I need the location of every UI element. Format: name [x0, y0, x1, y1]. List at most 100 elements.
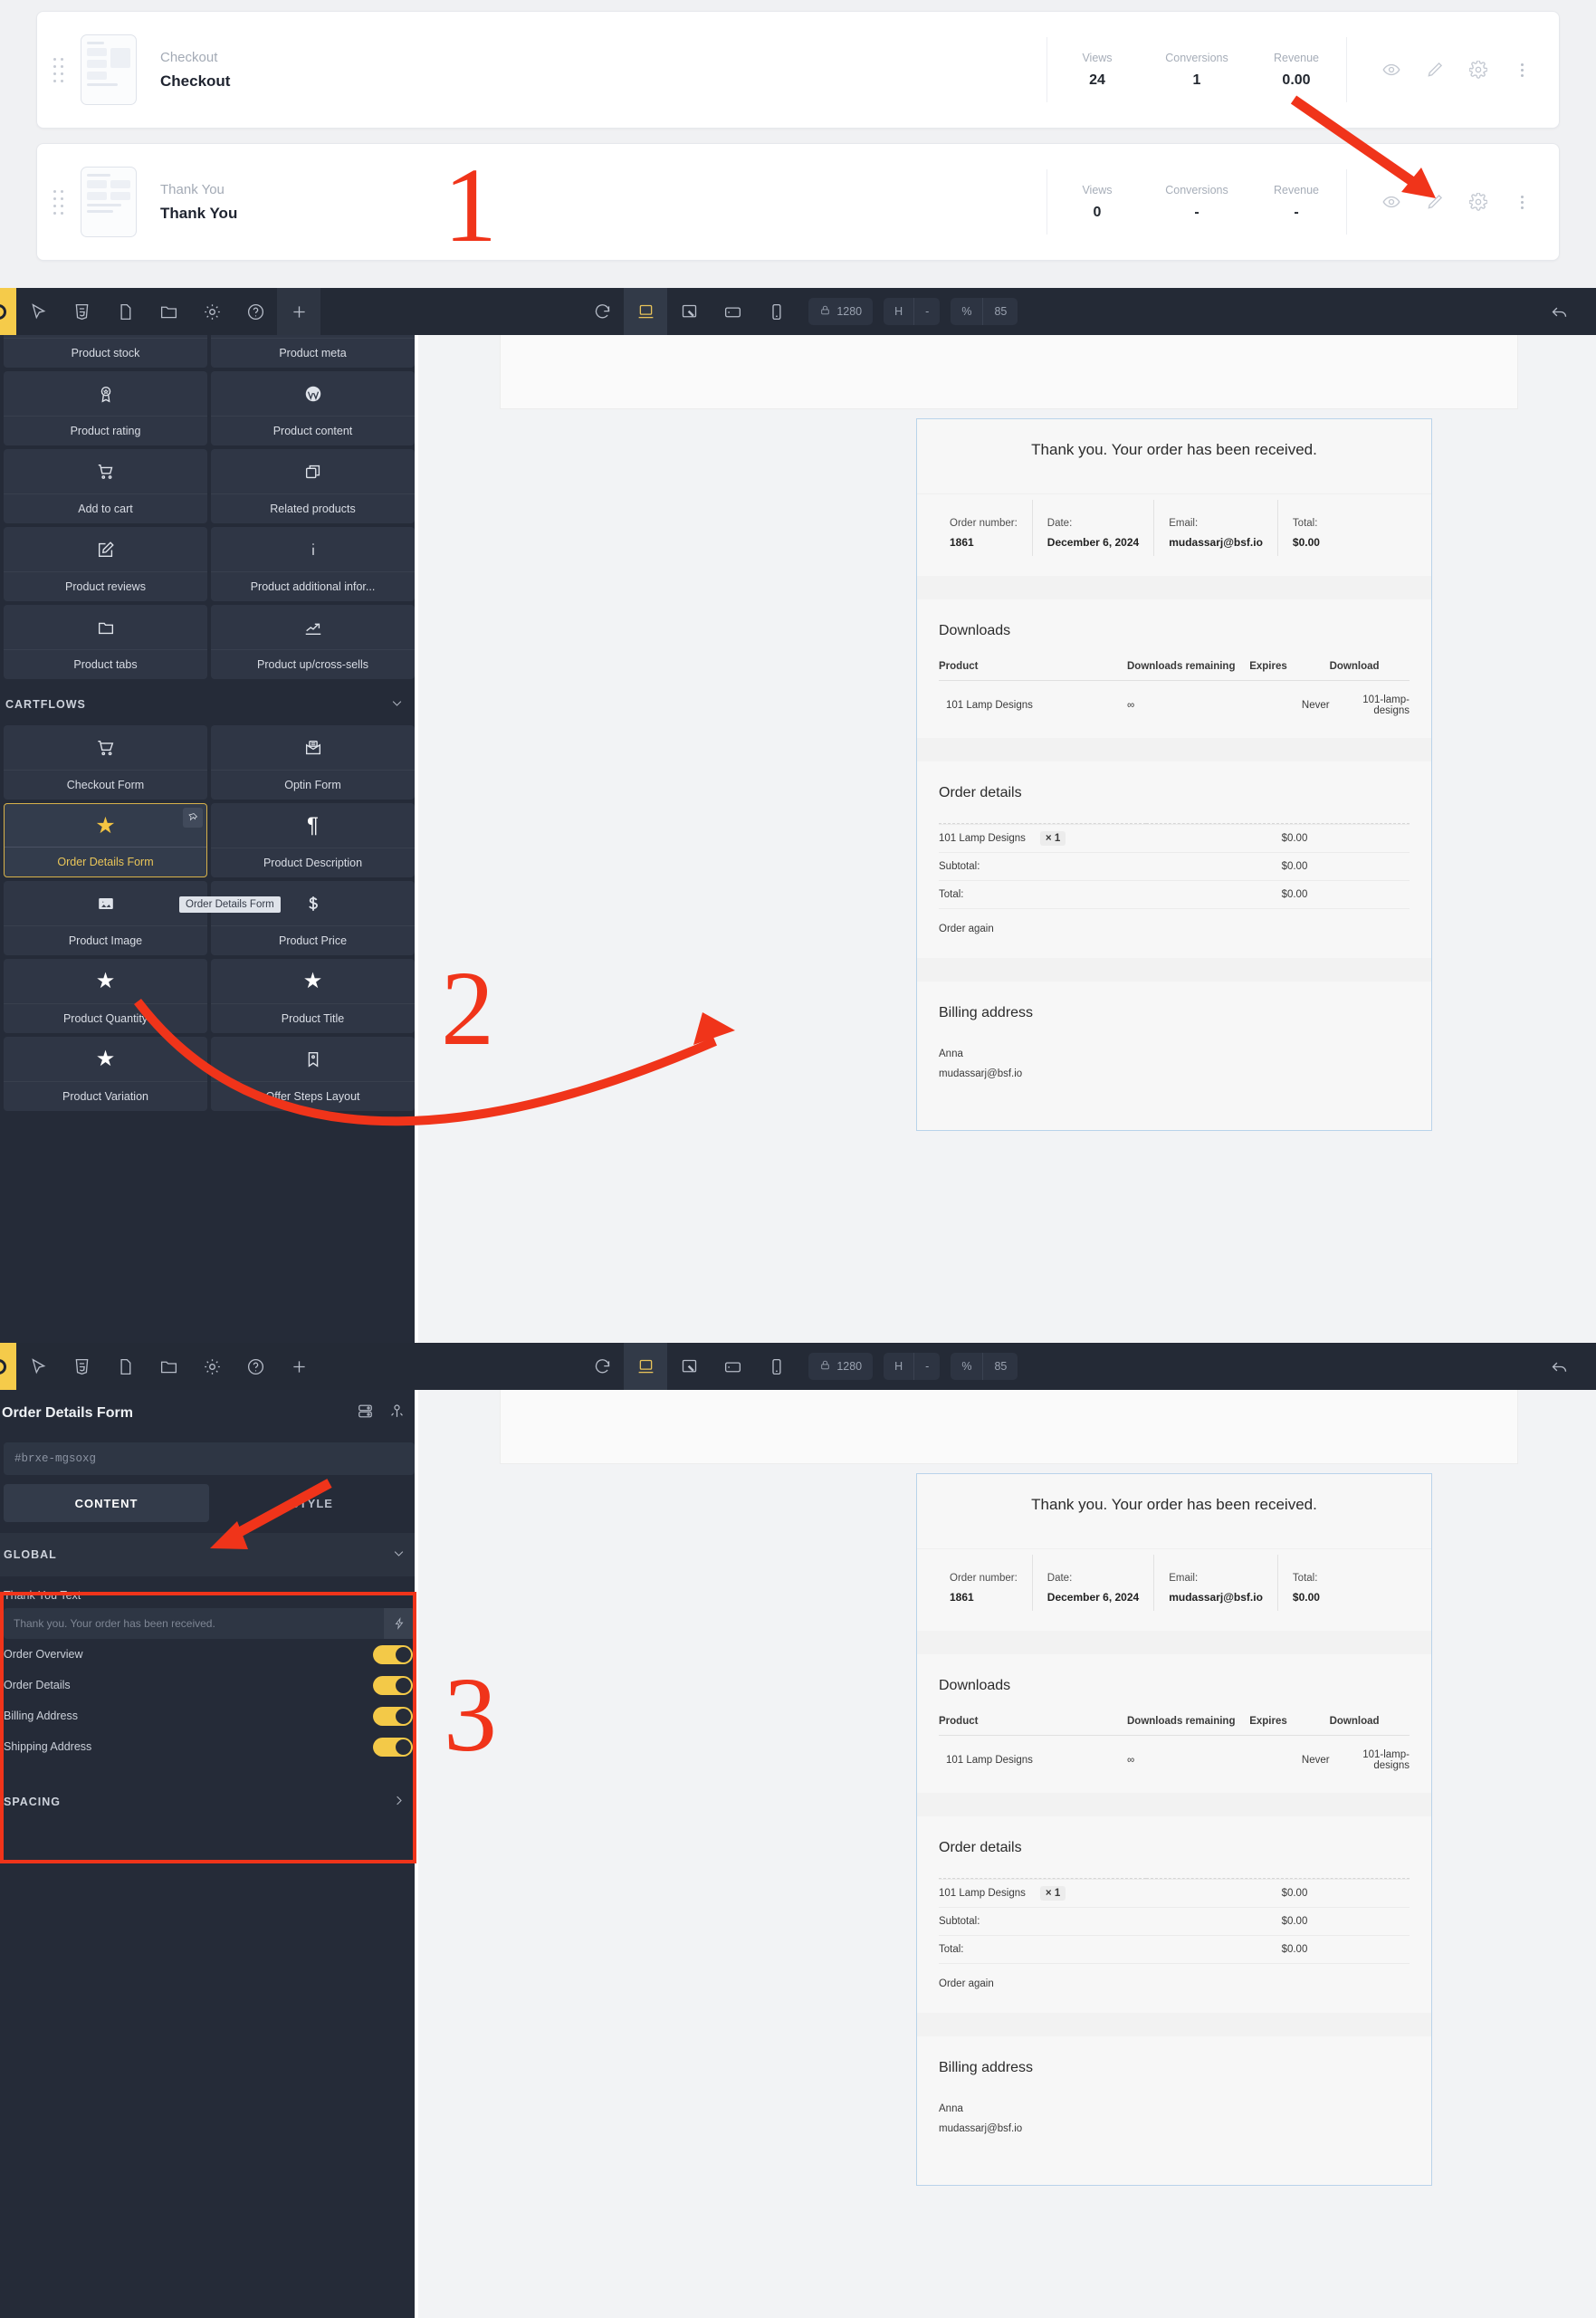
element-id-field[interactable]: #brxe-mgsoxg	[4, 1442, 415, 1475]
element-product-quantity[interactable]: ★ Product Quantity	[4, 959, 207, 1033]
toggle-switch[interactable]	[373, 1675, 413, 1695]
gear-icon[interactable]	[1467, 58, 1490, 81]
toggle-switch[interactable]	[373, 1644, 413, 1664]
funnel-step-card-thank-you[interactable]: Thank You Thank You Views 0 Conversions …	[36, 143, 1560, 261]
element-product-description[interactable]: ¶ Product Description	[211, 803, 415, 877]
element-offer-steps-layout[interactable]: Offer Steps Layout	[211, 1037, 415, 1111]
element-product-reviews[interactable]: Product reviews	[4, 527, 207, 601]
funnel-step-card-checkout[interactable]: Checkout Checkout Views 24 Conversions 1…	[36, 11, 1560, 129]
drag-handle[interactable]	[37, 57, 79, 82]
cursor-icon[interactable]	[16, 1343, 60, 1390]
element-product-rating[interactable]: Product rating	[4, 371, 207, 445]
canvas-zoom-control[interactable]: % 85	[951, 298, 1018, 325]
element-product-stock[interactable]: Product stock	[4, 335, 207, 368]
element-product-variation[interactable]: ★ Product Variation	[4, 1037, 207, 1111]
folder-icon[interactable]	[147, 1343, 190, 1390]
pencil-icon[interactable]	[1423, 190, 1447, 214]
toggle-switch[interactable]	[373, 1706, 413, 1726]
canvas-height-control[interactable]: H -	[884, 1353, 941, 1380]
gear-icon[interactable]	[190, 1343, 234, 1390]
mobile-icon[interactable]	[754, 1343, 798, 1390]
canvas-width-control[interactable]: 1280	[808, 1353, 874, 1380]
plus-icon[interactable]	[277, 1343, 320, 1390]
builder-canvas-top[interactable]: Thank you. Your order has been received.…	[418, 335, 1596, 1343]
bricks-logo[interactable]	[0, 288, 16, 335]
width-segment[interactable]: 1280	[808, 298, 873, 325]
pencil-icon[interactable]	[1423, 58, 1447, 81]
element-related-products[interactable]: Related products	[211, 449, 415, 523]
element-order-details-form[interactable]: ★ Order Details Form	[4, 803, 207, 877]
canvas-height-control[interactable]: H -	[884, 298, 941, 325]
canvas-width-control[interactable]: 1280	[808, 298, 874, 325]
width-segment[interactable]: 1280	[808, 1353, 873, 1380]
eye-icon[interactable]	[1380, 190, 1403, 214]
toggle-label: Shipping Address	[4, 1740, 92, 1753]
gear-icon[interactable]	[190, 288, 234, 335]
page-icon[interactable]	[103, 1343, 147, 1390]
toggle-switch[interactable]	[373, 1737, 413, 1757]
order-again-link[interactable]: Order again	[939, 1964, 1410, 1997]
css-icon[interactable]	[60, 1343, 103, 1390]
plus-icon[interactable]	[277, 288, 320, 335]
section-spacing[interactable]: SPACING	[0, 1780, 418, 1824]
order-details-form-preview[interactable]: Thank you. Your order has been received.…	[916, 418, 1432, 1131]
tab-content[interactable]: CONTENT	[4, 1484, 209, 1522]
lightning-icon[interactable]	[384, 1608, 415, 1639]
sync-icon[interactable]	[580, 288, 624, 335]
tablet-icon[interactable]	[711, 288, 754, 335]
section-divider	[917, 738, 1431, 761]
sync-icon[interactable]	[580, 1343, 624, 1390]
builder-canvas-bottom[interactable]: Thank you. Your order has been received.…	[418, 1390, 1596, 2318]
element-add-to-cart[interactable]: Add to cart	[4, 449, 207, 523]
desktop-icon[interactable]	[624, 1343, 668, 1390]
anchor-icon[interactable]	[388, 1403, 406, 1424]
wordpress-icon	[211, 371, 415, 416]
drag-handle[interactable]	[37, 189, 79, 215]
element-optin-form[interactable]: Optin Form	[211, 725, 415, 800]
element-product-tabs[interactable]: Product tabs	[4, 605, 207, 679]
undo-icon[interactable]	[1538, 288, 1582, 335]
tablet-icon[interactable]	[711, 1343, 754, 1390]
more-vertical-icon[interactable]	[1510, 58, 1534, 81]
element-product-price[interactable]: Product Price	[211, 881, 415, 955]
toggle-order-overview[interactable]: Order Overview	[0, 1639, 418, 1670]
thank-you-text-input[interactable]: Thank you. Your order has been received.	[4, 1608, 415, 1639]
order-details-form-preview[interactable]: Thank you. Your order has been received.…	[916, 1473, 1432, 2186]
toggle-shipping-address[interactable]: Shipping Address	[0, 1731, 418, 1762]
element-product-content[interactable]: Product content	[211, 371, 415, 445]
pin-icon[interactable]	[183, 808, 203, 828]
gear-icon[interactable]	[1467, 190, 1490, 214]
toggle-billing-address[interactable]: Billing Address	[0, 1700, 418, 1731]
device-preview-icon[interactable]	[667, 288, 711, 335]
overview-date: Date: December 6, 2024	[1033, 500, 1155, 556]
more-vertical-icon[interactable]	[1510, 190, 1534, 214]
bricks-logo[interactable]	[0, 1343, 16, 1390]
section-global[interactable]: GLOBAL	[0, 1533, 418, 1576]
element-settings-sidebar[interactable]: Order Details Form #brxe-mgsoxg CONTENT …	[0, 1390, 418, 2318]
mobile-icon[interactable]	[754, 288, 798, 335]
undo-icon[interactable]	[1538, 1343, 1582, 1390]
elements-group-cartflows[interactable]: CARTFLOWS	[0, 679, 418, 725]
page-icon[interactable]	[103, 288, 147, 335]
element-product-up-cross-sells[interactable]: Product up/cross-sells	[211, 605, 415, 679]
eye-icon[interactable]	[1380, 58, 1403, 81]
element-tooltip: Order Details Form	[179, 896, 281, 913]
element-product-image[interactable]: Product Image	[4, 881, 207, 955]
element-product-additional-info[interactable]: Product additional infor...	[211, 527, 415, 601]
css-icon[interactable]	[60, 288, 103, 335]
tab-style[interactable]: STYLE	[209, 1484, 415, 1522]
element-product-title[interactable]: ★ Product Title	[211, 959, 415, 1033]
desktop-icon[interactable]	[624, 288, 668, 335]
duplicate-icon[interactable]	[357, 1403, 374, 1424]
element-checkout-form[interactable]: Checkout Form	[4, 725, 207, 800]
order-again-link[interactable]: Order again	[939, 909, 1410, 942]
element-product-meta[interactable]: Product meta	[211, 335, 415, 368]
toggle-order-details[interactable]: Order Details	[0, 1670, 418, 1700]
help-icon[interactable]	[234, 288, 277, 335]
elements-sidebar[interactable]: Product stock Product meta Product ratin…	[0, 335, 418, 1343]
device-preview-icon[interactable]	[667, 1343, 711, 1390]
help-icon[interactable]	[234, 1343, 277, 1390]
canvas-zoom-control[interactable]: % 85	[951, 1353, 1018, 1380]
cursor-icon[interactable]	[16, 288, 60, 335]
folder-icon[interactable]	[147, 288, 190, 335]
